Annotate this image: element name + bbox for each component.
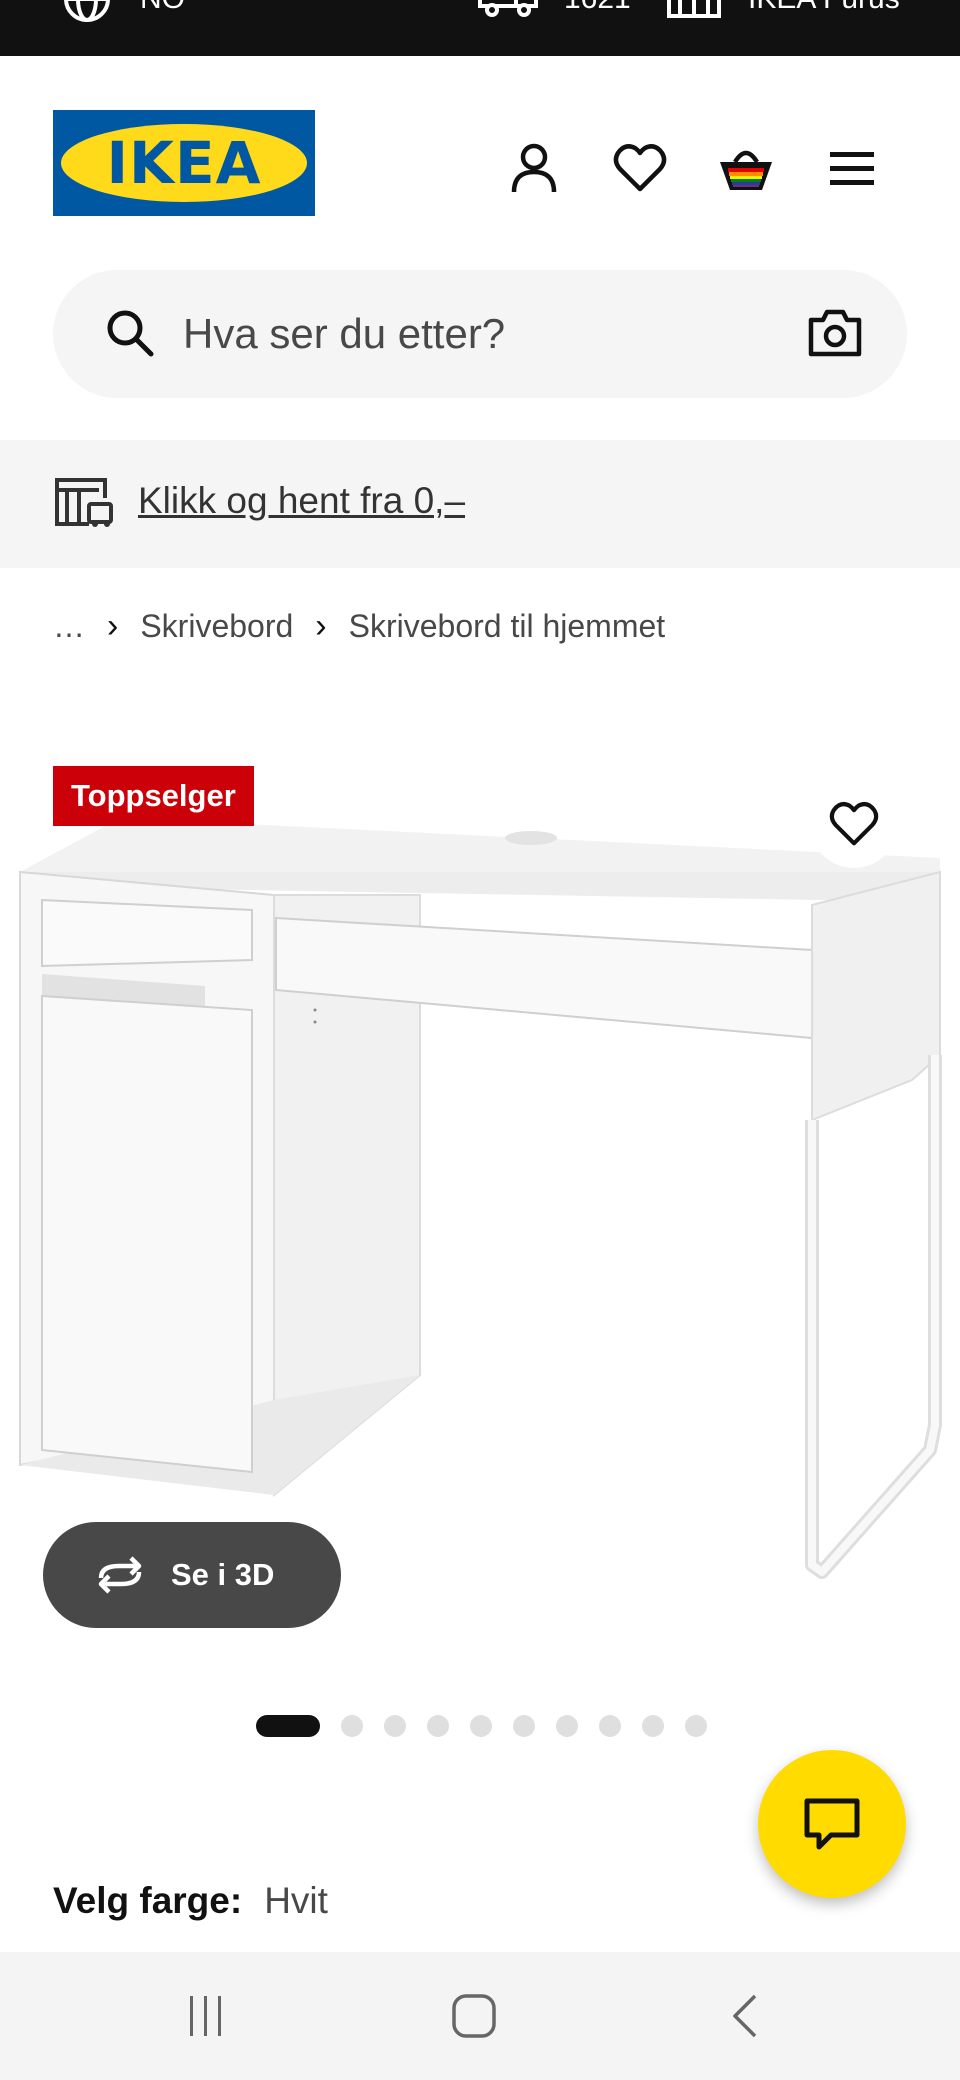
chevron-right-icon: › (107, 606, 119, 645)
delivery-truck-icon (478, 0, 538, 17)
color-selector[interactable]: Velg farge: Hvit (53, 1880, 328, 1922)
heart-icon (613, 144, 667, 192)
menu-button[interactable] (820, 136, 884, 200)
product-gallery[interactable]: Toppselger Se i 3D (0, 760, 960, 1660)
top-info-bar: NO 1621 IKEA Furus (0, 0, 960, 56)
recent-apps-icon (190, 1996, 221, 2036)
carousel-dot[interactable] (384, 1715, 406, 1737)
image-carousel-indicator[interactable] (256, 1714, 728, 1738)
language-selector[interactable]: NO (62, 0, 185, 56)
carousel-dot[interactable] (642, 1715, 664, 1737)
carousel-dot[interactable] (599, 1715, 621, 1737)
breadcrumb-item-home-desks[interactable]: Skrivebord til hjemmet (349, 608, 666, 645)
chat-button[interactable] (758, 1750, 906, 1898)
carousel-dot[interactable] (556, 1715, 578, 1737)
back-icon (733, 1994, 757, 2038)
chat-bubble-icon (804, 1798, 860, 1850)
view-in-3d-label: Se i 3D (171, 1557, 275, 1592)
camera-search-icon[interactable] (807, 306, 863, 358)
click-collect-store-icon (55, 478, 113, 527)
language-label: NO (140, 0, 185, 14)
breadcrumb-more[interactable]: … (53, 608, 85, 645)
carousel-dot[interactable] (685, 1715, 707, 1737)
search-bar[interactable]: Hva ser du etter? (53, 270, 907, 398)
carousel-dot[interactable] (427, 1715, 449, 1737)
search-input[interactable]: Hva ser du etter? (183, 310, 505, 358)
globe-icon (64, 0, 110, 22)
rotate-3d-icon (98, 1556, 142, 1594)
bestseller-badge: Toppselger (53, 766, 254, 826)
store-label: IKEA Furus (748, 0, 900, 14)
color-value: Hvit (264, 1880, 328, 1921)
back-button[interactable] (712, 1984, 776, 2048)
heart-icon (829, 802, 879, 846)
home-icon (452, 1994, 496, 2038)
product-image-desk (19, 818, 942, 1579)
carousel-dot-active[interactable] (256, 1715, 320, 1737)
account-button[interactable] (502, 136, 566, 200)
breadcrumb: … › Skrivebord › Skrivebord til hjemmet (53, 604, 665, 648)
favourites-button[interactable] (608, 136, 672, 200)
site-header: IKEA (0, 56, 960, 256)
breadcrumb-item-desks[interactable]: Skrivebord (140, 608, 293, 645)
postcode-label: 1621 (564, 0, 631, 14)
search-icon (107, 310, 154, 357)
recent-apps-button[interactable] (174, 1984, 238, 2048)
store-selector[interactable]: IKEA Furus (666, 0, 900, 56)
chevron-right-icon: › (315, 606, 327, 645)
view-in-3d-button[interactable]: Se i 3D (43, 1522, 341, 1628)
store-icon (667, 0, 721, 18)
basket-button[interactable] (714, 136, 778, 200)
color-label: Velg farge: (53, 1880, 243, 1921)
logo-text: IKEA (106, 129, 262, 197)
save-to-favourites-button[interactable] (810, 780, 898, 868)
basket-icon (720, 150, 772, 190)
carousel-dot[interactable] (470, 1715, 492, 1737)
postcode-selector[interactable]: 1621 (478, 0, 631, 56)
carousel-dot[interactable] (341, 1715, 363, 1737)
home-button[interactable] (442, 1984, 506, 2048)
menu-icon (830, 152, 874, 185)
system-navigation-bar (0, 1952, 960, 2080)
click-collect-link[interactable]: Klikk og hent fra 0,– (138, 480, 465, 522)
carousel-dot[interactable] (513, 1715, 535, 1737)
account-icon (511, 143, 557, 193)
click-collect-banner[interactable]: Klikk og hent fra 0,– (0, 440, 960, 568)
ikea-logo[interactable]: IKEA (53, 110, 315, 216)
